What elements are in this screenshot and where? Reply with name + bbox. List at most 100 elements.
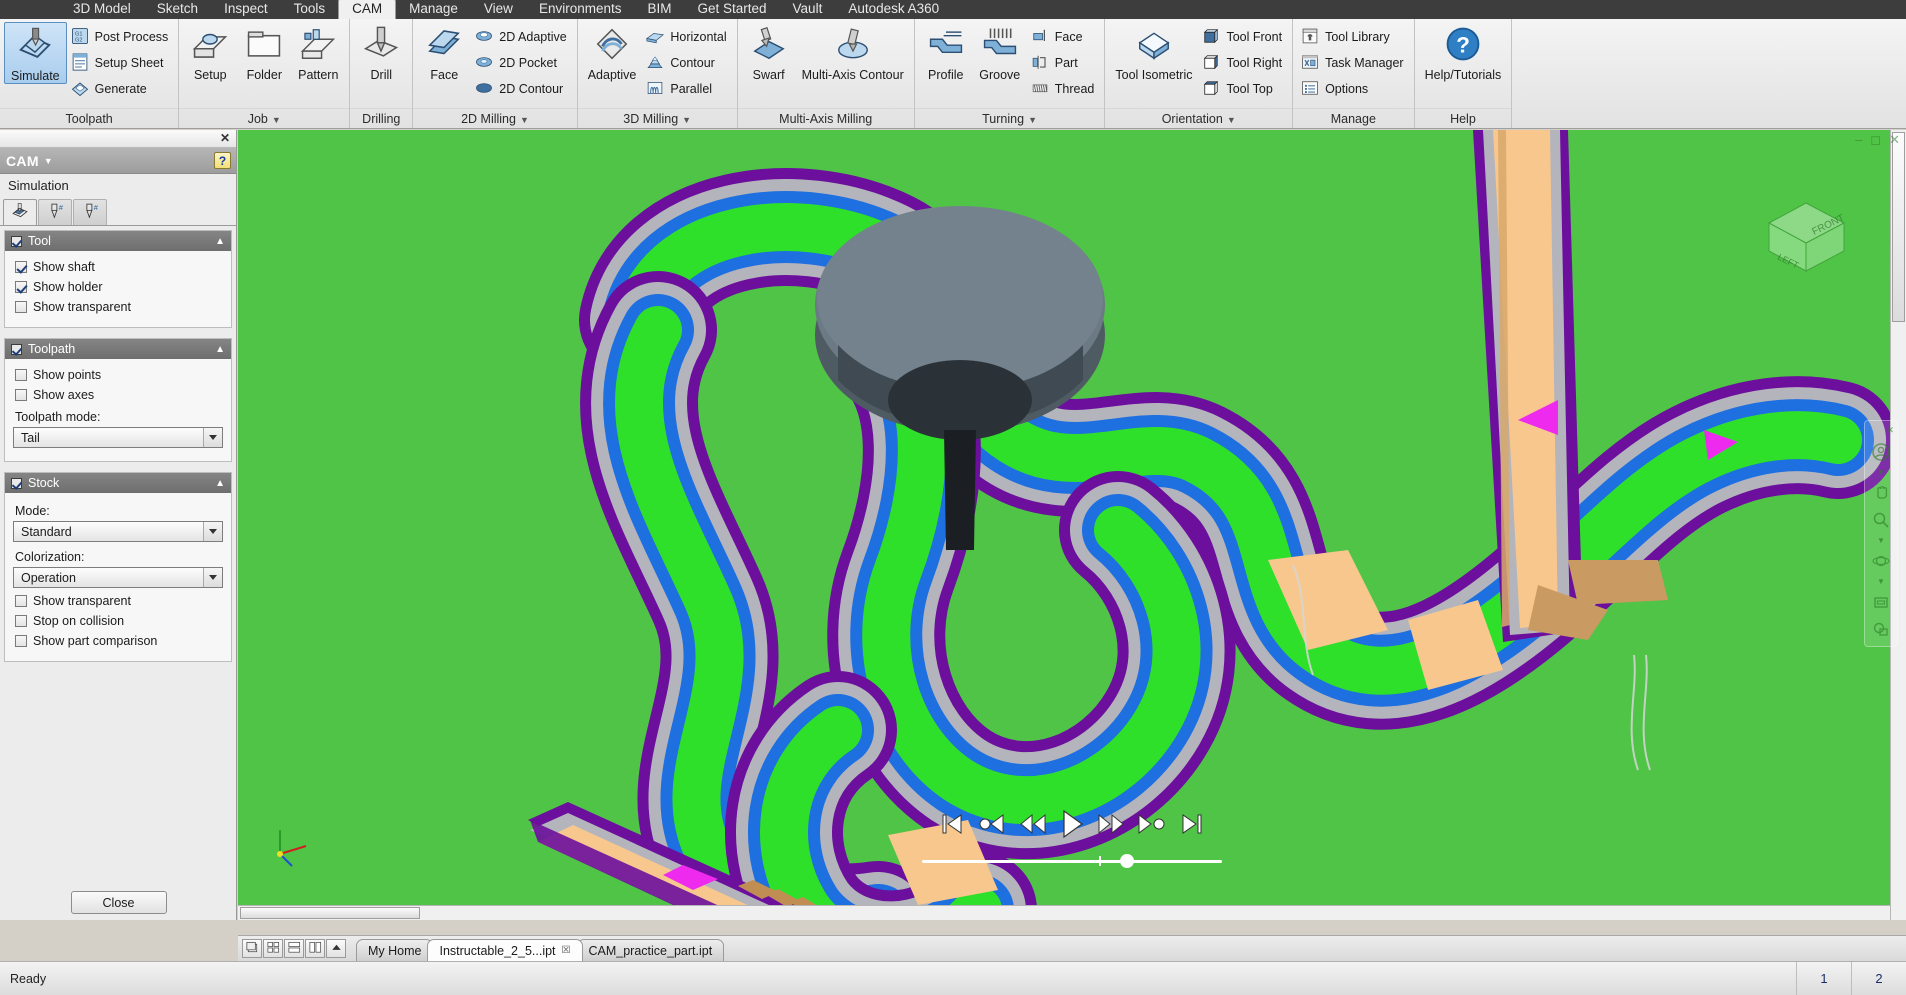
ribbon-tab-3d-model[interactable]: 3D Model	[60, 0, 144, 19]
restore-icon[interactable]: ◻	[1870, 132, 1881, 148]
play-button[interactable]	[1059, 808, 1085, 840]
checkbox-row[interactable]: Show points	[13, 366, 223, 386]
look-at-icon[interactable]	[1869, 591, 1893, 613]
chevron-down-icon[interactable]: ▼	[1028, 115, 1037, 125]
close-button[interactable]: Close	[70, 891, 167, 914]
group-header[interactable]: Stock ▲	[5, 473, 231, 493]
slider-thumb[interactable]	[1120, 854, 1134, 868]
ribbon-tab-autodesk-a360[interactable]: Autodesk A360	[835, 0, 952, 19]
tool-isometric-button[interactable]: Tool Isometric	[1109, 22, 1198, 82]
panel-title[interactable]: 2D Milling ▼	[413, 108, 577, 128]
document-tab[interactable]: My Home	[356, 939, 434, 961]
ribbon-tab-environments[interactable]: Environments	[526, 0, 635, 19]
drill-button[interactable]: Drill	[354, 22, 408, 82]
group-enable-checkbox[interactable]	[11, 235, 22, 247]
swarf-button[interactable]: Swarf	[742, 22, 796, 82]
close-icon[interactable]: ✕	[220, 131, 230, 145]
tool-library-button[interactable]: Tool Library	[1297, 24, 1410, 50]
face-button[interactable]: Face	[1027, 24, 1101, 50]
pattern-button[interactable]: Pattern	[291, 22, 345, 82]
skip-to-end-button[interactable]	[1179, 811, 1205, 837]
chevron-down-icon[interactable]: ▼	[1877, 468, 1885, 477]
tool-front-button[interactable]: Tool Front	[1198, 24, 1288, 50]
chevron-down-icon[interactable]	[203, 522, 222, 541]
panel-title[interactable]: 3D Milling ▼	[577, 108, 737, 128]
ribbon-tab-cam[interactable]: CAM	[338, 0, 397, 19]
ribbon-tab-vault[interactable]: Vault	[780, 0, 836, 19]
group-header[interactable]: Toolpath ▲	[5, 339, 231, 359]
chevron-down-icon[interactable]: ▼	[1227, 115, 1236, 125]
step-back-fast-button[interactable]	[977, 811, 1007, 837]
info-tab[interactable]: #	[38, 199, 72, 225]
show-points-checkbox[interactable]	[15, 369, 27, 381]
panel-title[interactable]: Orientation ▼	[1105, 108, 1293, 128]
group-header[interactable]: Tool ▲	[5, 231, 231, 251]
parallel-button[interactable]: Parallel	[642, 76, 732, 102]
multi-axis-contour-button[interactable]: Multi-Axis Contour	[796, 22, 910, 82]
setup-button[interactable]: Setup	[183, 22, 237, 82]
checkbox-row[interactable]: Show part comparison	[13, 632, 223, 652]
tool-right-button[interactable]: Tool Right	[1198, 50, 1288, 76]
ribbon-tab-inspect[interactable]: Inspect	[211, 0, 281, 19]
ribbon-tab-bim[interactable]: BIM	[634, 0, 684, 19]
2d-adaptive-button[interactable]: 2D Adaptive	[471, 24, 572, 50]
checkbox-row[interactable]: Show holder	[13, 278, 223, 298]
chevron-up-icon[interactable]: ▲	[215, 478, 225, 489]
horizontal-button[interactable]: Horizontal	[642, 24, 732, 50]
show-holder-checkbox[interactable]	[15, 281, 27, 293]
checkbox-row[interactable]: Show transparent	[13, 298, 223, 318]
3d-viewport[interactable]: – ◻ ✕ FRONT LEFT ✕ ▼ ▼ ▼	[238, 130, 1906, 920]
tool-top-button[interactable]: Tool Top	[1198, 76, 1288, 102]
chevron-down-icon[interactable]: ▼	[1877, 536, 1885, 545]
chevron-up-icon[interactable]: ▲	[215, 344, 225, 355]
vertical-split-button[interactable]	[305, 939, 325, 958]
minimize-icon[interactable]: –	[1855, 132, 1862, 148]
toolpath-mode-dropdown[interactable]: Tail	[13, 427, 223, 448]
group-enable-checkbox[interactable]	[11, 343, 22, 355]
orbit-icon[interactable]	[1869, 550, 1893, 572]
help-icon[interactable]: ?	[214, 152, 231, 169]
contour-button[interactable]: Contour	[642, 50, 732, 76]
face-button[interactable]: Face	[417, 22, 471, 82]
2d-contour-button[interactable]: 2D Contour	[471, 76, 572, 102]
panel-title[interactable]: Job ▼	[179, 108, 350, 128]
generate-button[interactable]: Generate	[67, 76, 175, 102]
ribbon-tab-tools[interactable]: Tools	[281, 0, 339, 19]
stop-on-collision-checkbox[interactable]	[15, 615, 27, 627]
view-cube[interactable]: FRONT LEFT	[1759, 185, 1854, 280]
simulation-progress-slider[interactable]	[922, 854, 1222, 868]
chevron-down-icon[interactable]: ▼	[44, 156, 53, 166]
scrollbar-thumb[interactable]	[240, 907, 420, 919]
display-tab[interactable]	[3, 199, 37, 225]
step-forward-fast-button[interactable]	[1137, 811, 1167, 837]
group-enable-checkbox[interactable]	[11, 477, 22, 489]
mode-dropdown[interactable]: Standard	[13, 521, 223, 542]
pan-icon[interactable]	[1869, 482, 1893, 504]
viewport-horizontal-scrollbar[interactable]	[238, 905, 1890, 920]
skip-to-start-button[interactable]	[939, 811, 965, 837]
chevron-down-icon[interactable]: ▼	[682, 115, 691, 125]
grid-view-button[interactable]	[263, 939, 283, 958]
setup-sheet-button[interactable]: Setup Sheet	[67, 50, 175, 76]
thread-button[interactable]: Thread	[1027, 76, 1101, 102]
checkbox-row[interactable]: Show axes	[13, 386, 223, 406]
task-manager-button[interactable]: Task Manager	[1297, 50, 1410, 76]
show-transparent-checkbox[interactable]	[15, 595, 27, 607]
fast-forward-button[interactable]	[1097, 811, 1125, 837]
chevron-down-icon[interactable]: ▼	[1877, 577, 1885, 586]
chevron-down-icon[interactable]: ▼	[520, 115, 529, 125]
2d-pocket-button[interactable]: 2D Pocket	[471, 50, 572, 76]
close-icon[interactable]: ✕	[1886, 425, 1894, 436]
checkbox-row[interactable]: Show shaft	[13, 258, 223, 278]
chevron-down-icon[interactable]	[203, 428, 222, 447]
part-button[interactable]: Part	[1027, 50, 1101, 76]
rewind-button[interactable]	[1019, 811, 1047, 837]
adaptive-button[interactable]: Adaptive	[582, 22, 643, 82]
profile-button[interactable]: Profile	[919, 22, 973, 82]
checkbox-row[interactable]: Show transparent	[13, 592, 223, 612]
help-tutorials-button[interactable]: ? Help/Tutorials	[1419, 22, 1508, 82]
full-screen-view-button[interactable]	[242, 939, 262, 958]
colorization-dropdown[interactable]: Operation	[13, 567, 223, 588]
chevron-up-icon[interactable]: ▲	[215, 236, 225, 247]
show-axes-checkbox[interactable]	[15, 389, 27, 401]
